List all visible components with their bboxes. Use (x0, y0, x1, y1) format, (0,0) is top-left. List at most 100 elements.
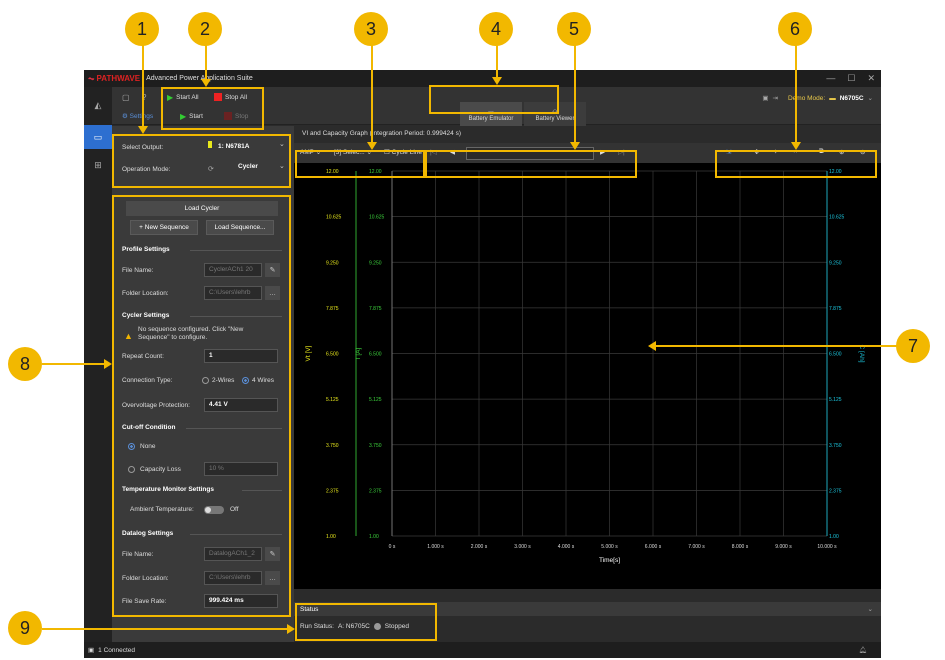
x-tick-label: 5.000 s (601, 544, 618, 550)
callout-4: 4 (479, 12, 513, 46)
y-axis-label-i: I [A] (355, 348, 362, 360)
callout-1-line (142, 43, 144, 127)
bell-icon[interactable]: 🔔︎ (859, 646, 867, 654)
folder-icon[interactable]: ▢ (122, 93, 130, 102)
x-tick-label: 7.000 s (688, 544, 705, 550)
y-axis-label-c: C [Ah] (858, 344, 865, 362)
window-controls: — ☐ ✕ (826, 73, 875, 84)
callout-9-box (295, 603, 437, 641)
y-tick-vt: 6.500 (326, 352, 339, 358)
y-tick-i: 9.250 (369, 260, 382, 266)
maximize-icon[interactable]: ☐ (847, 73, 855, 84)
callout-6-arrow (791, 142, 801, 150)
callout-6: 6 (778, 12, 812, 46)
instrument-select[interactable]: N6705C (840, 95, 864, 102)
demo-mode: ▣ ⇥ Demo Mode: ▬ N6705C ⌄ (762, 94, 873, 103)
y-tick-vt: 10.625 (326, 215, 342, 221)
x-tick-label: 4.000 s (558, 544, 575, 550)
y-tick-c: 5.125 (829, 397, 842, 403)
callout-1: 1 (125, 12, 159, 46)
callout-9: 9 (8, 611, 42, 645)
callout-4-box (429, 85, 559, 114)
callout-7-line (656, 345, 900, 347)
callout-1-box (112, 134, 291, 188)
callout-2-line (205, 43, 207, 79)
tab-label: Battery Viewer (535, 115, 575, 122)
chevron-down-icon[interactable]: ⌄ (868, 94, 873, 102)
minimize-icon[interactable]: — (826, 73, 835, 84)
callout-3-line (371, 43, 373, 142)
callout-6-box (715, 150, 877, 178)
connection-icon: ▣ (88, 647, 95, 654)
graph-area: VI and Capacity Graph (Integration Perio… (294, 126, 881, 642)
y-tick-vt: 1.00 (326, 534, 336, 540)
callout-6-line (795, 43, 797, 142)
y-tick-i: 6.500 (369, 352, 382, 358)
x-tick-label: 2.000 s (471, 544, 488, 550)
callout-3: 3 (354, 12, 388, 46)
graph-title: VI and Capacity Graph (Integration Perio… (302, 130, 461, 137)
callout-2-arrow (201, 79, 211, 87)
y-tick-c: 9.250 (829, 260, 842, 266)
y-tick-c: 7.875 (829, 306, 842, 312)
x-tick-label: 9.000 s (775, 544, 792, 550)
y-tick-vt: 2.375 (326, 488, 339, 494)
callout-8-line (42, 363, 104, 365)
callout-7: 7 (896, 329, 930, 363)
callout-5-box (425, 150, 637, 178)
callout-5-line (574, 43, 576, 142)
vi-capacity-chart[interactable]: 12.00 12.00 12.0010.625 10.625 10.6259.250 9.… (294, 163, 881, 589)
app-title: Advanced Power Application Suite (146, 75, 253, 82)
y-tick-c: 6.500 (829, 352, 842, 358)
x-axis-label: Time[s] (599, 557, 620, 564)
chevron-down-icon[interactable]: ⌄ (868, 605, 873, 613)
y-tick-i: 7.875 (369, 306, 382, 312)
callout-7-arrow (648, 341, 656, 351)
y-tick-vt: 3.750 (326, 443, 339, 449)
y-tick-vt: 5.125 (326, 397, 339, 403)
y-tick-vt: 9.250 (326, 260, 339, 266)
callout-4-arrow (492, 77, 502, 85)
logo-text: PATHWAVE (96, 73, 141, 83)
callout-5-arrow (570, 142, 580, 150)
y-tick-vt: 7.875 (326, 306, 339, 312)
y-tick-c: 10.625 (829, 215, 845, 221)
settings-link[interactable]: ⚙ Settings (122, 112, 153, 120)
y-tick-c: 3.750 (829, 443, 842, 449)
y-tick-i: 10.625 (369, 215, 385, 221)
x-tick-label: 8.000 s (732, 544, 749, 550)
instrument-icon: ▬ (829, 94, 836, 102)
callout-3-arrow (367, 142, 377, 150)
nav-battery-icon[interactable]: ▭ (84, 125, 112, 149)
nav-analysis-icon[interactable]: ⊞ (84, 153, 112, 177)
y-tick-i: 1.00 (369, 534, 379, 540)
y-tick-i: 5.125 (369, 397, 382, 403)
x-tick-label: 10.000 s (817, 544, 837, 550)
callout-2-box (161, 87, 264, 130)
export-icon[interactable]: ⇥ (773, 94, 778, 102)
x-tick-label: 0 s (389, 544, 396, 550)
close-icon[interactable]: ✕ (867, 73, 875, 84)
y-tick-i: 2.375 (369, 488, 382, 494)
y-tick-i: 3.750 (369, 443, 382, 449)
callout-3-box (295, 150, 425, 178)
callout-8: 8 (8, 347, 42, 381)
callout-1-arrow (138, 126, 148, 134)
y-axis-label-vt: Vt [V] (305, 345, 312, 361)
callout-8-arrow (104, 359, 112, 369)
callout-2: 2 (188, 12, 222, 46)
footer-bar: ▣ 1 Connected 🔔︎ (84, 642, 881, 658)
nav-chart-icon[interactable]: ◭ (84, 93, 112, 117)
gear-icon: ⚙ (122, 113, 128, 120)
callout-9-line (42, 628, 287, 630)
callout-4-line (496, 43, 498, 77)
demo-mode-label: Demo Mode: (787, 94, 826, 102)
y-tick-c: 1.00 (829, 534, 839, 540)
callout-5: 5 (557, 12, 591, 46)
callout-9-arrow (287, 624, 295, 634)
save-icon[interactable]: ▣ (762, 94, 768, 102)
x-tick-label: 1.000 s (427, 544, 444, 550)
callout-8-box (112, 195, 291, 617)
app-logo: ⏦ PATHWAVE (88, 73, 141, 83)
tab-label: Battery Emulator (468, 115, 514, 122)
